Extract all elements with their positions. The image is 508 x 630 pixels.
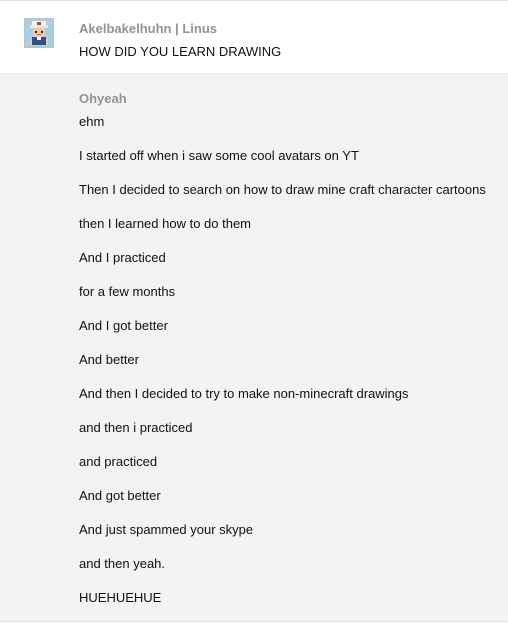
sender-name[interactable]: Akelbakelhuhn | Linus [79, 21, 217, 36]
pixel-character-avatar-icon [25, 19, 53, 47]
message-line: And better [79, 352, 139, 367]
message-line: and practiced [79, 454, 158, 469]
avatar[interactable] [24, 18, 54, 48]
message-line: And then I decided to try to make non-mi… [79, 386, 409, 401]
message-line: and then yeah. [79, 556, 166, 571]
message-lines: ehm I started off when i saw some cool a… [79, 114, 500, 624]
message-group-linus: Akelbakelhuhn | Linus HOW DID YOU LEARN … [0, 1, 508, 73]
message-line: And got better [79, 488, 161, 503]
chat-conversation: Akelbakelhuhn | Linus HOW DID YOU LEARN … [0, 0, 508, 630]
sender-name[interactable]: Ohyeah [79, 91, 127, 106]
message-line: I started off when i saw some cool avata… [79, 148, 359, 163]
message-line: ehm [79, 114, 105, 129]
message-line: And I practiced [79, 250, 166, 265]
message-group-ohyeah: Ohyeah ehm I started off when i saw some… [0, 73, 508, 621]
message-line: for a few months [79, 284, 176, 299]
message-line: Then I decided to search on how to draw … [79, 182, 486, 197]
message-line: And I got better [79, 318, 168, 333]
message-line: and then i practiced [79, 420, 193, 435]
message-line: HUEHUEHUE [79, 590, 162, 605]
message-line: And just spammed your skype [79, 522, 254, 537]
message-line: then I learned how to do them [79, 216, 252, 231]
